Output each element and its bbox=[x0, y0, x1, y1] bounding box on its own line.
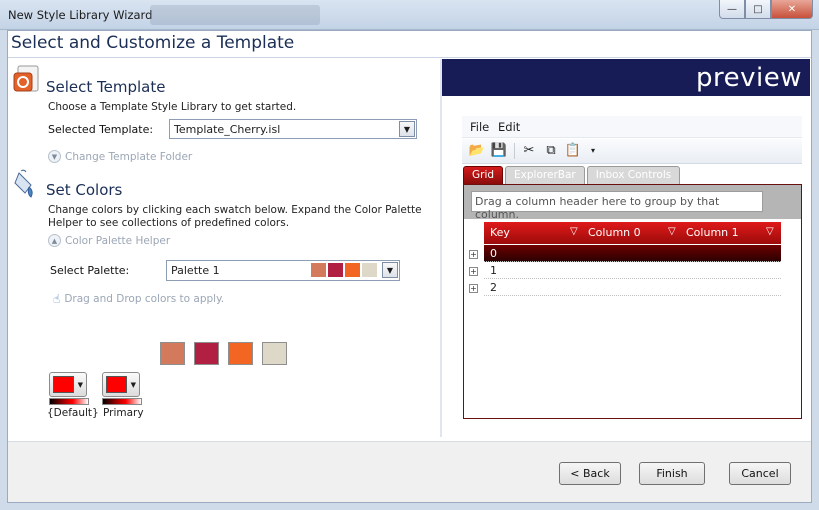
template-select-value: Template_Cherry.isl bbox=[174, 123, 281, 136]
set-colors-description-1: Change colors by clicking each swatch be… bbox=[48, 204, 422, 216]
set-colors-description-2: Helper to see collections of predefined … bbox=[48, 217, 290, 229]
grid-header: Key ▽ Column 0 ▽ Column 1 ▽ bbox=[484, 222, 781, 244]
drag-drop-hint-label: Drag and Drop colors to apply. bbox=[64, 293, 225, 305]
cancel-button[interactable]: Cancel bbox=[729, 462, 791, 485]
preview-banner: preview bbox=[442, 59, 810, 96]
close-button[interactable]: ✕ bbox=[771, 0, 813, 19]
copy-icon[interactable]: ⧉ bbox=[542, 142, 560, 160]
preview-banner-title: preview bbox=[696, 63, 802, 93]
group-by-area[interactable]: Drag a column header here to group by th… bbox=[464, 185, 801, 221]
expand-icon[interactable]: + bbox=[469, 267, 478, 276]
open-folder-icon[interactable]: 📂 bbox=[468, 142, 486, 160]
row-key: 2 bbox=[490, 281, 497, 294]
row-key: 0 bbox=[490, 247, 497, 260]
filter-icon[interactable]: ▽ bbox=[766, 226, 774, 237]
window-controls: — □ ✕ bbox=[719, 0, 813, 19]
palette-color-swatch[interactable] bbox=[262, 342, 287, 365]
chevron-down-icon[interactable]: ▼ bbox=[399, 121, 415, 137]
palette-color-swatch[interactable] bbox=[228, 342, 253, 365]
settings-panel: Select Template Choose a Template Style … bbox=[8, 59, 433, 439]
menu-file[interactable]: File bbox=[470, 120, 489, 134]
template-icon bbox=[13, 65, 39, 92]
filter-icon[interactable]: ▽ bbox=[668, 226, 676, 237]
palette-color-swatch[interactable] bbox=[160, 342, 185, 365]
column-header-key[interactable]: Key bbox=[490, 226, 510, 239]
row-key: 1 bbox=[490, 264, 497, 277]
chevron-down-icon: ▼ bbox=[77, 381, 83, 389]
primary-color-caption: Primary bbox=[103, 407, 144, 419]
palette-swatch-mini bbox=[345, 263, 360, 277]
toolbar-overflow-icon[interactable]: ▾ bbox=[584, 142, 602, 160]
table-row[interactable]: 2 bbox=[484, 279, 781, 296]
color-palette-helper-label: Color Palette Helper bbox=[65, 234, 171, 247]
table-row[interactable]: 0 bbox=[484, 245, 781, 262]
color-chip bbox=[106, 376, 127, 393]
toolbar-separator bbox=[514, 143, 515, 159]
default-color-gradient bbox=[49, 398, 89, 405]
primary-color-button[interactable]: ▼ bbox=[102, 372, 140, 397]
drag-drop-hint: ☝ Drag and Drop colors to apply. bbox=[53, 292, 224, 306]
default-color-button[interactable]: ▼ bbox=[49, 372, 87, 397]
select-palette-label: Select Palette: bbox=[50, 264, 130, 277]
preview-toolbar: 📂 💾 ✂ ⧉ 📋 ▾ bbox=[462, 139, 802, 164]
chevron-down-icon: ▼ bbox=[130, 381, 136, 389]
template-select[interactable]: Template_Cherry.isl ▼ bbox=[169, 119, 417, 139]
minimize-button[interactable]: — bbox=[719, 0, 745, 19]
palette-select-value: Palette 1 bbox=[171, 264, 220, 277]
preview-grid: Drag a column header here to group by th… bbox=[463, 184, 802, 419]
wizard-client-area: Select and Customize a Template Select T… bbox=[7, 30, 812, 503]
tab-explorerbar[interactable]: ExplorerBar bbox=[505, 166, 585, 184]
preview-menubar: File Edit bbox=[462, 116, 802, 138]
chevron-up-icon: ▲ bbox=[48, 234, 61, 247]
palette-select[interactable]: Palette 1 ▼ bbox=[166, 260, 400, 281]
tab-grid[interactable]: Grid bbox=[463, 166, 504, 184]
select-template-description: Choose a Template Style Library to get s… bbox=[48, 101, 297, 113]
finish-button[interactable]: Finish bbox=[639, 462, 705, 485]
wizard-footer: < Back Finish Cancel bbox=[8, 441, 811, 502]
table-row[interactable]: 1 bbox=[484, 262, 781, 279]
preview-tabs: Grid ExplorerBar Inbox Controls bbox=[463, 166, 681, 184]
titlebar-blurred-area bbox=[150, 5, 320, 25]
palette-swatch-mini bbox=[328, 263, 343, 277]
color-palette-helper-link[interactable]: ▲ Color Palette Helper bbox=[48, 234, 170, 247]
tab-inbox-controls[interactable]: Inbox Controls bbox=[586, 166, 681, 184]
maximize-button[interactable]: □ bbox=[745, 0, 771, 19]
chevron-down-icon[interactable]: ▼ bbox=[382, 262, 398, 278]
primary-color-gradient bbox=[102, 398, 142, 405]
palette-swatch-mini bbox=[311, 263, 326, 277]
selected-template-label: Selected Template: bbox=[48, 123, 154, 136]
expand-icon[interactable]: + bbox=[469, 250, 478, 259]
preview-panel: preview File Edit 📂 💾 ✂ ⧉ 📋 ▾ Grid Explo… bbox=[440, 59, 810, 437]
paint-bucket-icon bbox=[14, 169, 33, 198]
page-title: Select and Customize a Template bbox=[11, 33, 295, 53]
hand-cursor-icon: ☝ bbox=[53, 292, 61, 306]
color-chip bbox=[53, 376, 74, 393]
window-title: New Style Library Wizard bbox=[8, 8, 153, 22]
change-template-folder-link[interactable]: ▼ Change Template Folder bbox=[48, 150, 192, 163]
change-template-folder-label: Change Template Folder bbox=[65, 150, 193, 163]
back-button[interactable]: < Back bbox=[559, 462, 621, 485]
paste-icon[interactable]: 📋 bbox=[564, 142, 582, 160]
chevron-down-icon: ▼ bbox=[48, 150, 61, 163]
palette-swatch-mini bbox=[362, 263, 377, 277]
page-header: Select and Customize a Template bbox=[8, 31, 811, 58]
save-icon[interactable]: 💾 bbox=[490, 142, 508, 160]
window-titlebar: New Style Library Wizard — □ ✕ bbox=[0, 0, 819, 30]
expand-icon[interactable]: + bbox=[469, 284, 478, 293]
menu-edit[interactable]: Edit bbox=[498, 120, 520, 134]
group-by-hint: Drag a column header here to group by th… bbox=[471, 191, 763, 221]
set-colors-heading: Set Colors bbox=[46, 181, 123, 199]
palette-color-swatch[interactable] bbox=[194, 342, 219, 365]
default-color-caption: {Default} bbox=[47, 407, 99, 419]
filter-icon[interactable]: ▽ bbox=[570, 226, 578, 237]
column-header-0[interactable]: Column 0 bbox=[588, 226, 641, 239]
select-template-heading: Select Template bbox=[46, 78, 166, 96]
column-header-1[interactable]: Column 1 bbox=[686, 226, 739, 239]
cut-icon[interactable]: ✂ bbox=[520, 142, 538, 160]
